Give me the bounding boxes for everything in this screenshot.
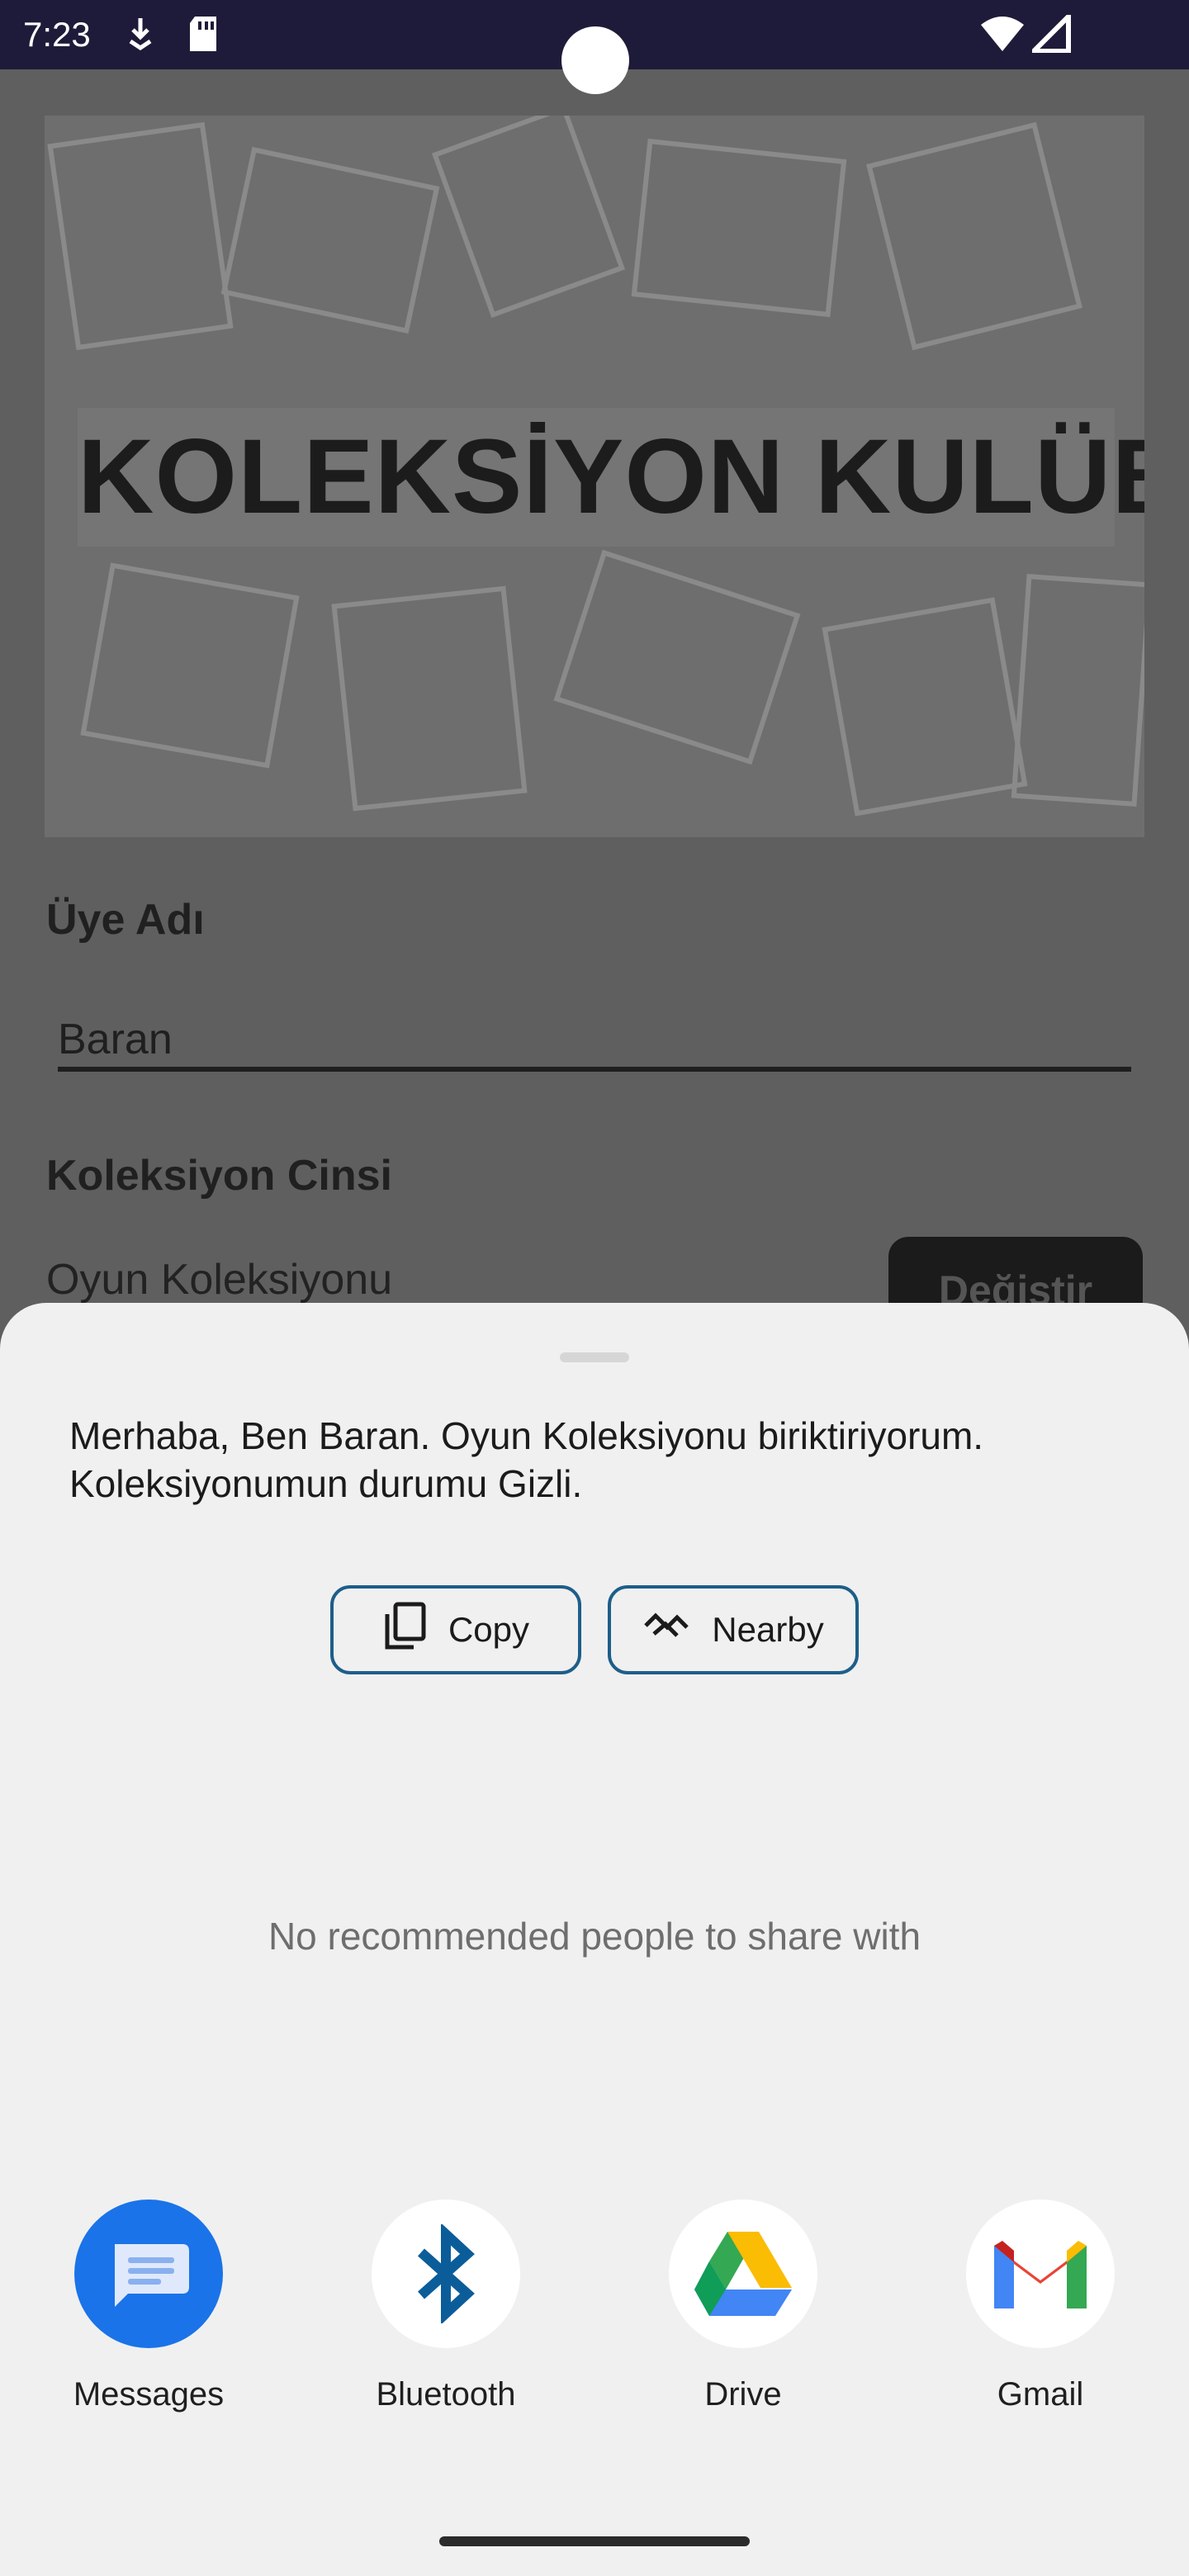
share-message-preview: Merhaba, Ben Baran. Oyun Koleksiyonu bir…	[69, 1414, 984, 1505]
google-drive-icon	[669, 2200, 817, 2348]
camera-cutout	[561, 26, 629, 94]
collection-type-value: Oyun Koleksiyonu	[46, 1256, 393, 1304]
collection-type-label: Koleksiyon Cinsi	[46, 1152, 392, 1200]
name-field-underline	[58, 1067, 1131, 1072]
gesture-nav-handle[interactable]	[439, 2536, 750, 2546]
copy-label: Copy	[448, 1610, 530, 1649]
nearby-button[interactable]: Nearby	[608, 1585, 859, 1674]
nearby-icon	[642, 1609, 690, 1650]
gmail-icon	[966, 2200, 1115, 2348]
share-sheet: Merhaba, Ben Baran. Oyun Koleksiyonu bir…	[0, 1303, 1189, 2576]
drive-label: Drive	[704, 2376, 782, 2413]
drag-handle[interactable]	[560, 1352, 629, 1362]
messages-icon	[74, 2200, 223, 2348]
copy-icon	[382, 1601, 427, 1659]
cell-signal-icon	[1027, 10, 1072, 57]
share-target-bluetooth[interactable]: Bluetooth	[347, 2200, 545, 2413]
banner-image: KOLEKSİYON KULÜBÜ	[45, 116, 1144, 837]
share-target-drive[interactable]: Drive	[644, 2200, 842, 2413]
banner-title: KOLEKSİYON KULÜBÜ	[78, 418, 1144, 536]
wifi-icon	[979, 15, 1026, 57]
share-target-gmail[interactable]: Gmail	[941, 2200, 1139, 2413]
status-time: 7:23	[23, 15, 91, 54]
copy-button[interactable]: Copy	[330, 1585, 581, 1674]
bluetooth-icon	[372, 2200, 520, 2348]
share-target-messages[interactable]: Messages	[50, 2200, 248, 2413]
member-name-value: Baran	[58, 1016, 173, 1063]
no-recommendations-text: No recommended people to share with	[268, 1915, 921, 1958]
nearby-label: Nearby	[712, 1610, 824, 1649]
sd-card-icon	[187, 15, 220, 57]
member-name-field[interactable]: Baran	[58, 1002, 1131, 1085]
member-name-label: Üye Adı	[46, 896, 205, 944]
bluetooth-label: Bluetooth	[376, 2376, 516, 2413]
gmail-label: Gmail	[997, 2376, 1084, 2413]
messages-label: Messages	[73, 2376, 225, 2413]
download-arrow-icon	[124, 15, 157, 55]
